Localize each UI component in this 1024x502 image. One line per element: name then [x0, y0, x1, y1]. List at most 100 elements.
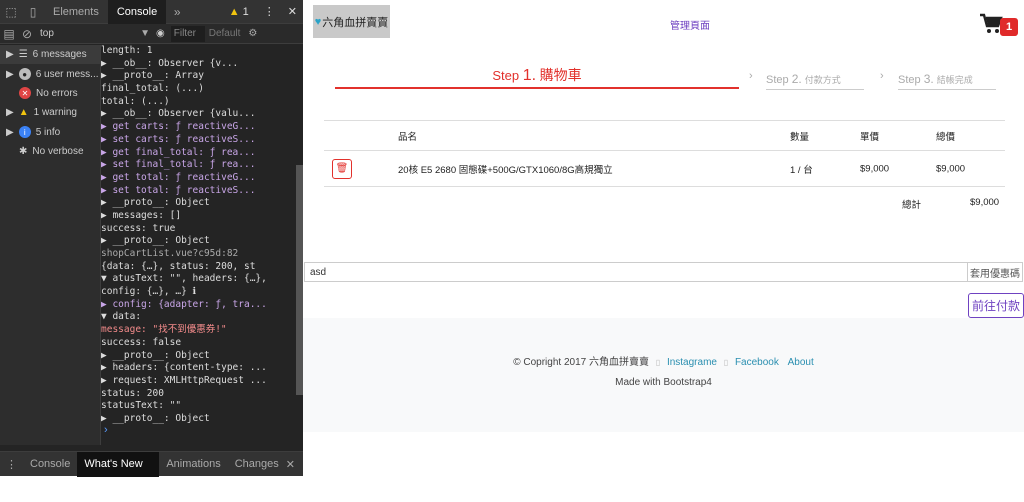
brand-logo[interactable]: ♥ 六角血拼賣賣: [313, 5, 390, 38]
info-icon: i: [18, 126, 31, 139]
copyright-text: © Copright 2017 六角血拼賣賣: [513, 357, 649, 368]
delete-item-button[interactable]: 🗑: [332, 158, 352, 179]
apply-coupon-button[interactable]: 套用優惠碼: [967, 263, 1022, 281]
about-link[interactable]: About: [788, 357, 814, 368]
step-3-complete: Step 3. 結帳完成: [898, 72, 996, 90]
checkout-button[interactable]: 前往付款: [968, 293, 1024, 318]
console-line: ▶ __ob__: Observer {valu...: [101, 108, 256, 120]
drawer-tab-label: What's New: [84, 457, 143, 470]
facebook-link[interactable]: Facebook: [735, 357, 779, 368]
console-line: ▶ __proto__: Object: [101, 197, 210, 209]
console-line: shopCartList.vue?c95d:82: [101, 248, 239, 259]
sidebar-item-label: 5 info: [35, 126, 61, 138]
error-icon: ✕: [19, 87, 31, 100]
console-scrollbar[interactable]: [296, 165, 303, 395]
expand-arrow-icon: ▶: [6, 107, 14, 119]
drawer-tab-animations[interactable]: Animations: [159, 452, 227, 477]
expand-arrow-icon: ▶: [6, 126, 14, 138]
cart-table: 品名 數量 單價 總價 🗑 20核 E5 2680 固態碟+500G/GTX10…: [324, 120, 1005, 187]
console-filter-bar: ▤ ⊘ top ▼ ◉ Filter Default ⚙: [0, 24, 303, 44]
console-line: ▼ atusText: "", headers: {…},: [101, 273, 267, 285]
console-line: ▶ headers: {content-type: ...: [101, 362, 267, 374]
admin-link[interactable]: 管理頁面: [670, 17, 710, 32]
console-line: {data: {…}, status: 200, st: [101, 260, 256, 272]
console-sidebar: ▶ ☰ 6 messages ▶ ● 6 user mess... ✕ No e…: [0, 45, 101, 445]
filter-input[interactable]: Filter: [170, 25, 205, 42]
product-unit-price: $9,000: [860, 163, 890, 174]
made-with-text: Made with Bootstrap4: [615, 377, 712, 388]
chevron-down-icon[interactable]: ▼: [96, 28, 156, 39]
more-tabs-icon[interactable]: »: [166, 1, 188, 23]
devtools-toolbar: ⬚ ▯ Elements Console » ▲ 1 ⋮ ✕: [0, 0, 303, 24]
sidebar-item-label: No errors: [36, 87, 78, 99]
close-drawer-icon[interactable]: ✕: [286, 458, 303, 471]
devtools-drawer-tabs: ⋮ Console What's New ✕ Animations Change…: [0, 451, 303, 495]
product-total: $9,000: [936, 163, 966, 174]
console-line: ▼ data:: [101, 311, 142, 323]
inspect-icon[interactable]: ⬚: [0, 1, 22, 23]
console-prompt-icon[interactable]: ›: [104, 424, 108, 436]
step-number: 1.: [522, 67, 537, 84]
console-line: statusText: "": [101, 400, 182, 412]
console-line: ▶ get final_total: ƒ rea...: [101, 146, 256, 158]
console-output[interactable]: length: 1 ▶ __ob__: Observer {v... ▶ __p…: [101, 45, 303, 445]
warning-icon: ▲: [18, 107, 29, 119]
step-number: 3.: [923, 72, 934, 86]
sidebar-item-messages[interactable]: ▶ ☰ 6 messages: [0, 45, 100, 65]
console-line: ▶ __proto__: Array: [101, 70, 204, 82]
header-product: 品名: [398, 131, 418, 143]
step-number: 2.: [791, 72, 802, 86]
tab-elements[interactable]: Elements: [44, 0, 108, 24]
close-icon[interactable]: ✕: [84, 483, 93, 495]
step-prefix: Step: [898, 74, 921, 86]
console-line: status: 200: [101, 387, 164, 399]
warning-counter[interactable]: ▲ 1 ⋮ ✕: [229, 5, 303, 19]
header-quantity: 數量: [790, 131, 810, 143]
context-selector[interactable]: top: [36, 28, 96, 39]
drawer-tab-whats-new[interactable]: What's New ✕: [77, 451, 160, 495]
sidebar-item-errors[interactable]: ✕ No errors: [0, 84, 100, 103]
settings-gear-icon[interactable]: ⚙: [248, 28, 257, 39]
cart-button[interactable]: 1: [979, 13, 1019, 36]
step-prefix: Step: [492, 68, 520, 83]
coupon-input[interactable]: [305, 263, 967, 281]
console-line: ▶ __proto__: Object: [101, 412, 210, 424]
chevron-right-icon: ›: [749, 70, 753, 82]
sidebar-item-warnings[interactable]: ▶ ▲ 1 warning: [0, 103, 100, 122]
kebab-menu-icon[interactable]: ⋮: [264, 5, 275, 18]
coupon-group: 套用優惠碼: [304, 262, 1023, 282]
device-toggle-icon[interactable]: ▯: [22, 1, 44, 23]
footer-links: © Copright 2017 六角血拼賣賣 ▯ Instagrame ▯ Fa…: [303, 353, 1024, 368]
brand-name: 六角血拼賣賣: [322, 16, 389, 29]
clear-console-icon[interactable]: ⊘: [18, 23, 36, 45]
console-line: ▶ set final_total: ƒ rea...: [101, 159, 256, 171]
eye-icon[interactable]: ◉: [156, 28, 165, 39]
bug-icon: ✱: [19, 146, 28, 158]
product-name: 20核 E5 2680 固態碟+500G/GTX1060/8G高規獨立: [398, 164, 613, 176]
console-line: ▶ get carts: ƒ reactiveG...: [101, 121, 256, 133]
sidebar-item-label: 6 messages: [32, 49, 87, 61]
close-devtools-icon[interactable]: ✕: [288, 5, 297, 18]
console-line: ▶ set carts: ƒ reactiveS...: [101, 133, 256, 145]
sidebar-item-label: 6 user mess...: [35, 68, 99, 80]
heart-icon: ♥: [314, 15, 322, 28]
instagram-link[interactable]: Instagrame: [667, 357, 717, 368]
sidebar-item-verbose[interactable]: ✱ No verbose: [0, 142, 100, 161]
tab-console[interactable]: Console: [107, 0, 167, 24]
chevron-right-icon: ›: [880, 70, 884, 82]
console-line: length: 1: [101, 45, 153, 56]
sidebar-toggle-icon[interactable]: ▤: [0, 23, 18, 45]
drawer-menu-icon[interactable]: ⋮: [0, 458, 23, 471]
log-levels-dropdown[interactable]: Default: [209, 28, 241, 39]
sidebar-item-info[interactable]: ▶ i 5 info: [0, 123, 100, 142]
console-line: ▶ set total: ƒ reactiveS...: [101, 184, 256, 196]
separator-icon: ▯: [655, 358, 661, 367]
drawer-tab-changes[interactable]: Changes: [228, 452, 286, 477]
shop-page: ♥ 六角血拼賣賣 管理頁面 1 Step 1. 購物車 › Step 2. 付款…: [303, 0, 1024, 476]
cart-count-badge: 1: [1000, 18, 1018, 36]
footer: © Copright 2017 六角血拼賣賣 ▯ Instagrame ▯ Fa…: [303, 318, 1024, 432]
expand-arrow-icon: ▶: [6, 68, 14, 80]
drawer-tab-console[interactable]: Console: [23, 452, 77, 477]
sidebar-item-user-messages[interactable]: ▶ ● 6 user mess...: [0, 64, 100, 83]
expand-arrow-icon: ▶: [6, 49, 14, 61]
